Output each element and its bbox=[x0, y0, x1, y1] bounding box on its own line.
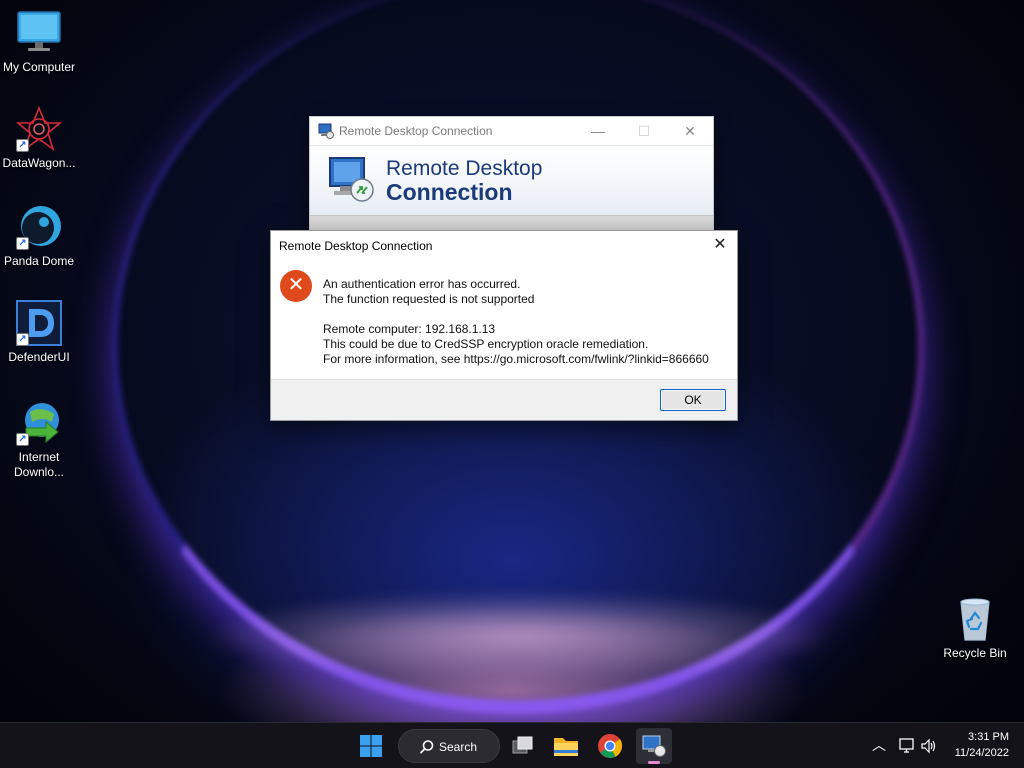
panda-dome-icon: ↗ bbox=[16, 204, 62, 250]
task-view-button[interactable] bbox=[504, 728, 540, 764]
folder-icon bbox=[554, 738, 578, 756]
rdc-banner: Remote Desktop Connection bbox=[310, 145, 713, 215]
globe-download-icon: ↗ bbox=[16, 400, 62, 446]
dialog-footer: OK bbox=[271, 379, 737, 420]
taskbar-search-button[interactable]: Search bbox=[398, 729, 500, 763]
desktop-icon-datawagon[interactable]: ↗ DataWagon... bbox=[0, 105, 78, 171]
search-label: Search bbox=[439, 740, 478, 754]
rdc-titlebar[interactable]: Remote Desktop Connection — ☐ ✕ bbox=[310, 117, 713, 145]
ok-button[interactable]: OK bbox=[660, 389, 726, 411]
desktop-icon-label: My Computer bbox=[2, 60, 76, 74]
desktop-icon-label-line2: Downlo... bbox=[13, 465, 65, 479]
desktop-icon-my-computer[interactable]: My Computer bbox=[0, 10, 78, 75]
error-dialog-titlebar[interactable]: Remote Desktop Connection ✕ bbox=[271, 231, 737, 261]
remote-computer-text: Remote computer: 192.168.1.13 bbox=[323, 322, 496, 336]
error-dialog[interactable]: Remote Desktop Connection ✕ ✕ An authent… bbox=[270, 230, 738, 421]
recycle-bin-icon bbox=[952, 596, 998, 642]
volume-icon[interactable] bbox=[920, 737, 938, 755]
rdc-window-title: Remote Desktop Connection bbox=[339, 124, 493, 138]
taskbar: Search ︿ 3:31 PM 11/24/2022 bbox=[0, 722, 1024, 768]
monitor-icon bbox=[16, 10, 62, 56]
desktop-icon-label: DefenderUI bbox=[8, 350, 70, 364]
file-explorer-button[interactable] bbox=[548, 728, 584, 764]
start-button[interactable] bbox=[353, 728, 389, 764]
windows-logo-icon bbox=[360, 735, 382, 757]
desktop-icon-defenderui[interactable]: ↗ DefenderUI bbox=[0, 300, 78, 365]
clock-date: 11/24/2022 bbox=[954, 747, 1009, 759]
desktop-icon-label: DataWagon... bbox=[2, 156, 76, 170]
minimize-button[interactable]: — bbox=[575, 117, 621, 145]
shortcut-arrow-icon: ↗ bbox=[16, 333, 29, 346]
rdc-logo-icon bbox=[326, 154, 376, 209]
error-message-line1: An authentication error has occurred. bbox=[323, 277, 521, 291]
rdc-banner-title-line2: Connection bbox=[386, 179, 513, 205]
error-message-line2: The function requested is not supported bbox=[323, 292, 535, 306]
network-icon[interactable] bbox=[898, 737, 916, 755]
tray-chevron-icon[interactable]: ︿ bbox=[872, 735, 886, 755]
desktop-icon-internet-download-manager[interactable]: ↗ Internet Downlo... bbox=[0, 400, 78, 480]
error-cause-text: This could be due to CredSSP encryption … bbox=[323, 337, 649, 351]
task-view-icon bbox=[512, 736, 533, 754]
desktop-icon-label: Panda Dome bbox=[3, 254, 75, 268]
shortcut-arrow-icon: ↗ bbox=[16, 237, 29, 250]
close-button[interactable]: ✕ bbox=[703, 231, 737, 259]
rdc-app-icon bbox=[318, 123, 334, 142]
chrome-icon bbox=[598, 734, 623, 758]
shortcut-arrow-icon: ↗ bbox=[16, 139, 29, 152]
close-button[interactable]: ✕ bbox=[667, 117, 713, 145]
desktop-icon-panda-dome[interactable]: ↗ Panda Dome bbox=[0, 204, 78, 269]
rdc-window-body bbox=[310, 215, 713, 231]
desktop-icon-recycle-bin[interactable]: Recycle Bin bbox=[936, 596, 1014, 661]
datawagon-icon: ↗ bbox=[15, 105, 63, 152]
error-dialog-title: Remote Desktop Connection bbox=[279, 239, 433, 253]
defenderui-icon: ↗ bbox=[16, 300, 62, 346]
remote-desktop-window[interactable]: Remote Desktop Connection — ☐ ✕ Remote D… bbox=[309, 116, 714, 232]
remote-desktop-icon bbox=[642, 735, 666, 757]
active-app-indicator bbox=[648, 761, 660, 764]
clock-time: 3:31 PM bbox=[968, 731, 1009, 743]
search-icon bbox=[420, 740, 434, 754]
chrome-button[interactable] bbox=[592, 728, 628, 764]
shortcut-arrow-icon: ↗ bbox=[16, 433, 29, 446]
clock[interactable]: 3:31 PM 11/24/2022 bbox=[944, 723, 1024, 768]
remote-desktop-taskbar-button[interactable] bbox=[636, 728, 672, 764]
desktop-icon-label-line1: Internet bbox=[18, 450, 60, 464]
error-icon: ✕ bbox=[280, 270, 312, 302]
more-info-text: For more information, see https://go.mic… bbox=[323, 352, 709, 366]
maximize-button[interactable]: ☐ bbox=[621, 117, 667, 145]
rdc-banner-title-line1: Remote Desktop bbox=[386, 157, 543, 180]
desktop-icon-label: Recycle Bin bbox=[943, 646, 1007, 660]
